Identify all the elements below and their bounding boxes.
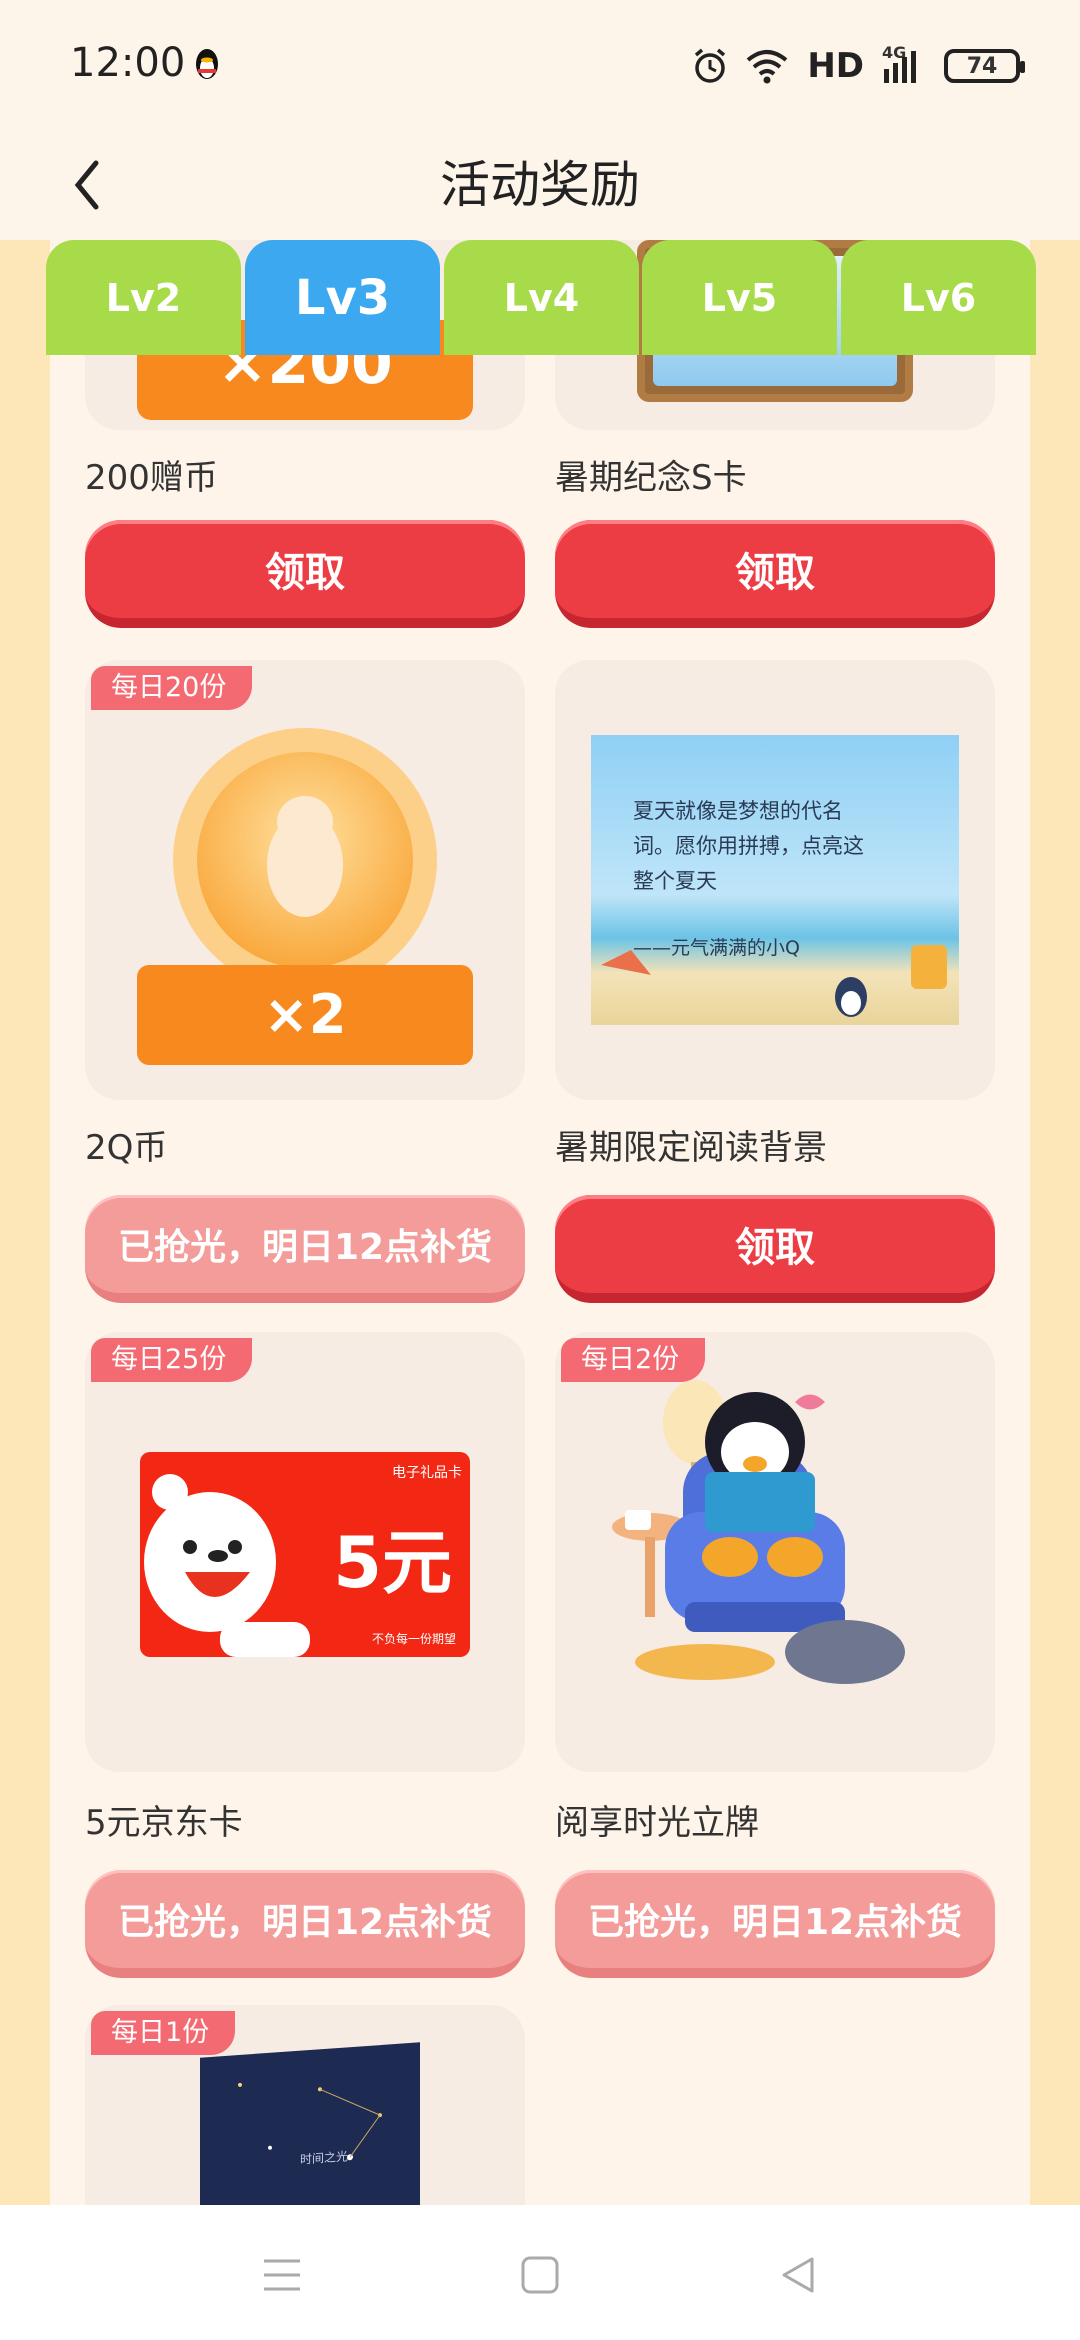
sold-out-button[interactable]: 已抢光，明日12点补货 [85, 1195, 525, 1303]
battery-indicator: 74 [944, 49, 1025, 83]
battery-level: 74 [966, 53, 998, 79]
menu-nav-button[interactable] [252, 2245, 312, 2305]
sold-out-button[interactable]: 已抢光，明日12点补货 [85, 1870, 525, 1978]
item-name: 阅享时光立牌 [555, 1803, 759, 1843]
qq-penguin-icon [196, 49, 218, 79]
reward-card-stand: 每日2份 [555, 1332, 995, 1772]
hd-label: HD [807, 46, 864, 86]
reward-card-book: 每日1份 时间之光 [85, 2005, 525, 2205]
level-tabs: Lv2 Lv4 Lv5 Lv6 Lv3 [46, 240, 1036, 355]
reward-card-jd-card: 每日25份 电子礼品卡 5元 不负每一份期望 [85, 1332, 525, 1772]
jd-gift-card-image: 电子礼品卡 5元 不负每一份期望 [140, 1452, 470, 1657]
quantity-badge-text: ×2 [263, 983, 347, 1046]
book-image: 时间之光 [200, 2042, 420, 2205]
menu-icon [264, 2259, 300, 2291]
app-header: 活动奖励 [0, 130, 1080, 240]
item-name: 200赠币 [85, 458, 218, 498]
quantity-badge: ×2 [137, 965, 473, 1065]
page-title: 活动奖励 [440, 156, 640, 214]
constellation-icon [238, 2082, 382, 2161]
home-nav-button[interactable] [510, 2245, 570, 2305]
gift-card-amount: 5元 [333, 1522, 452, 1604]
reward-card-reading-bg: 夏天就像是梦想的代名 词。愿你用拼搏，点亮这 整个夏天 ——元气满满的小Q [555, 660, 995, 1100]
jd-mascot-icon [144, 1474, 310, 1657]
home-square-icon [521, 2256, 559, 2294]
tab-lv4[interactable]: Lv4 [444, 240, 639, 355]
system-nav-bar [0, 2205, 1080, 2340]
signal-icon: 4G [882, 43, 926, 85]
reward-panel: ×200 200赠币 暑期纪念S卡 领取 领取 每日20份 ×2 夏天就像是梦想… [50, 240, 1030, 2205]
back-triangle-icon [782, 2257, 814, 2293]
claim-button[interactable]: 领取 [555, 520, 995, 628]
daily-quota-tag: 每日1份 [91, 2011, 236, 2055]
claim-button[interactable]: 领取 [85, 520, 525, 628]
tab-lv5[interactable]: Lv5 [642, 240, 837, 355]
reward-card-q-coin: 每日20份 ×2 [85, 660, 525, 1100]
gift-card-slogan: 不负每一份期望 [371, 1632, 456, 1646]
back-nav-button[interactable] [768, 2245, 828, 2305]
item-name: 暑期纪念S卡 [555, 458, 747, 498]
tab-lv2[interactable]: Lv2 [46, 240, 241, 355]
gift-card-header: 电子礼品卡 [392, 1465, 462, 1481]
wifi-icon [747, 50, 788, 84]
item-name: 2Q币 [85, 1128, 168, 1168]
daily-quota-tag: 每日25份 [91, 1338, 253, 1382]
status-time: 12:00 [70, 40, 186, 86]
claim-button[interactable]: 领取 [555, 1195, 995, 1303]
reading-background-image: 夏天就像是梦想的代名 词。愿你用拼搏，点亮这 整个夏天 ——元气满满的小Q [591, 735, 959, 1025]
item-name: 暑期限定阅读背景 [555, 1128, 827, 1168]
beach-scene-icon [601, 945, 947, 1017]
tab-lv3[interactable]: Lv3 [245, 240, 440, 355]
penguin-armchair-image [612, 1380, 905, 1684]
status-bar: 12:00 HD 4G 74 [0, 0, 1080, 130]
item-name: 5元京东卡 [85, 1803, 243, 1843]
alarm-icon [695, 48, 726, 83]
status-icons: HD 4G 74 [693, 43, 1025, 88]
sold-out-button[interactable]: 已抢光，明日12点补货 [555, 1870, 995, 1978]
tab-lv6[interactable]: Lv6 [841, 240, 1036, 355]
